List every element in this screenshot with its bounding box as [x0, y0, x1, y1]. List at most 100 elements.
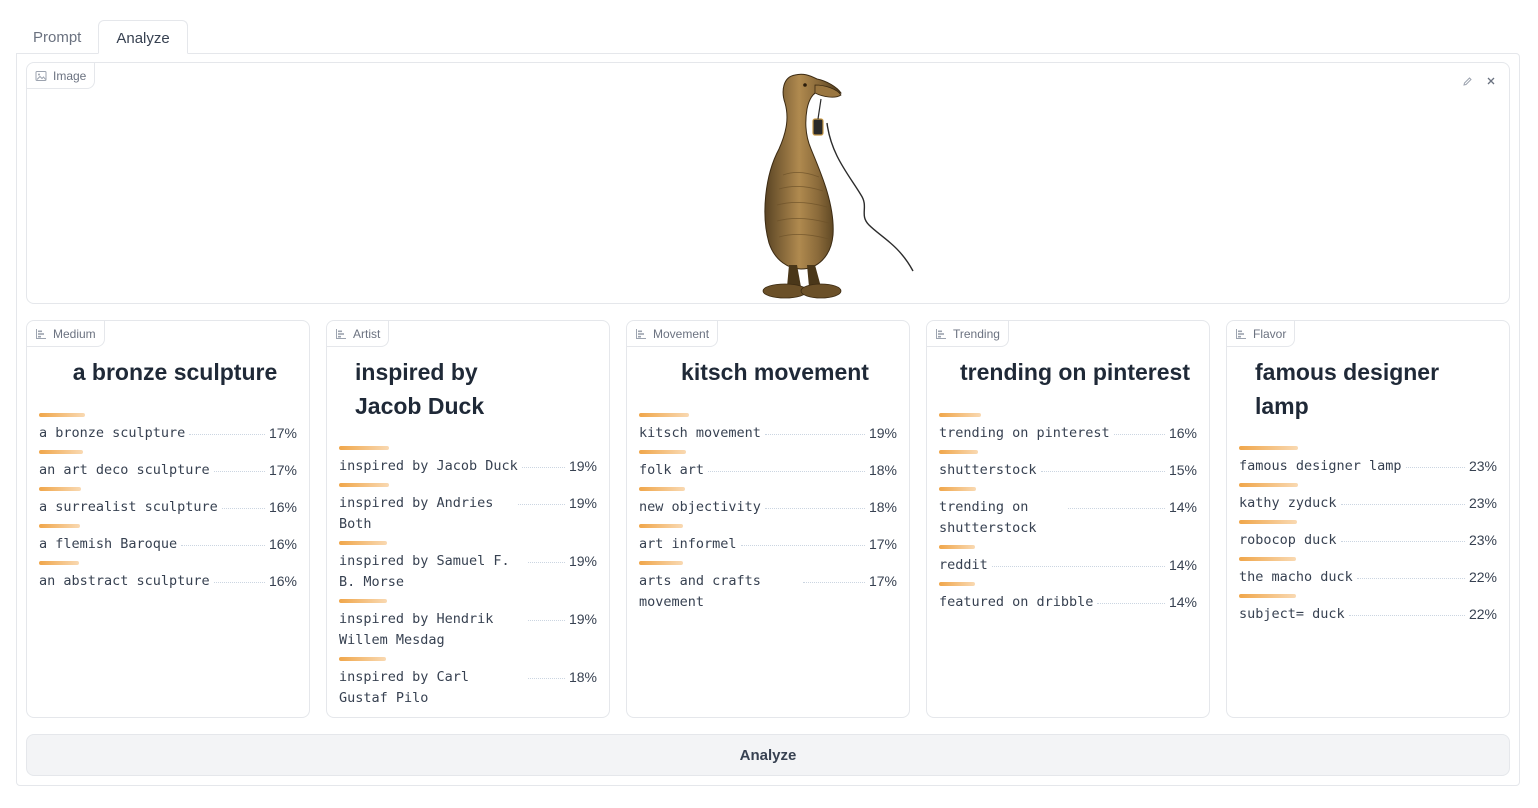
dotted-leader: [528, 551, 565, 563]
row-percent: 17%: [868, 536, 897, 552]
score-bar: [1239, 483, 1298, 487]
dotted-leader: [740, 534, 865, 546]
image-upload-area[interactable]: Image: [26, 62, 1510, 304]
image-label-text: Image: [53, 68, 87, 83]
row-label: kitsch movement: [639, 425, 761, 441]
list-item: a flemish Baroque 16%: [39, 524, 297, 555]
score-bar: [39, 487, 81, 491]
score-bar: [639, 487, 685, 491]
list-item: the macho duck 22%: [1239, 557, 1497, 588]
score-bar: [339, 446, 389, 450]
row-label: reddit: [939, 557, 988, 573]
row-label: a surrealist sculpture: [39, 499, 218, 515]
row-percent: 23%: [1468, 495, 1497, 511]
row-label: robocop duck: [1239, 532, 1337, 548]
score-bar: [39, 561, 79, 565]
row-percent: 19%: [568, 495, 597, 511]
score-bar: [339, 541, 387, 545]
bar-chart-icon: [936, 328, 946, 339]
dotted-leader: [1113, 423, 1165, 435]
list-item: inspired by Carl Gustaf Pilo 18%: [339, 657, 597, 709]
dotted-leader: [1340, 530, 1465, 542]
card-label: Trending: [927, 321, 1009, 347]
card-label: Movement: [627, 321, 719, 347]
dotted-leader: [803, 571, 865, 583]
image-tools: [1457, 71, 1501, 91]
dotted-leader: [528, 609, 565, 621]
card-trending: Trending trending on pinterest trending …: [926, 320, 1210, 718]
dotted-leader: [181, 534, 265, 546]
tab-analyze[interactable]: Analyze: [98, 20, 188, 54]
score-bar: [39, 413, 85, 417]
card-label-text: Movement: [653, 326, 710, 341]
score-bar: [39, 524, 80, 528]
score-bar: [339, 483, 389, 487]
analyze-button[interactable]: Analyze: [26, 734, 1510, 776]
list-item: kathy zyduck 23%: [1239, 483, 1497, 514]
score-bar: [1239, 594, 1296, 598]
row-label: trending on shutterstock: [939, 499, 1037, 536]
list-item: inspired by Samuel F. B. Morse 19%: [339, 541, 597, 593]
dotted-leader: [213, 460, 265, 472]
card-title: kitsch movement: [681, 359, 869, 385]
row-percent: 18%: [868, 462, 897, 478]
bar-chart-icon: [336, 328, 346, 339]
rows-trending: trending on pinterest 16% shutterstock 15%…: [939, 413, 1197, 613]
row-percent: 19%: [868, 425, 897, 441]
row-percent: 17%: [868, 573, 897, 589]
row-percent: 23%: [1468, 532, 1497, 548]
row-label: inspired by Hendrik Willem Mesdag: [339, 611, 494, 648]
list-item: subject= duck 22%: [1239, 594, 1497, 625]
card-title: trending on pinterest: [960, 359, 1190, 385]
dotted-leader: [528, 667, 565, 679]
score-bar: [639, 413, 689, 417]
close-icon[interactable]: [1481, 71, 1501, 91]
list-item: inspired by Hendrik Willem Mesdag 19%: [339, 599, 597, 651]
row-percent: 16%: [1168, 425, 1197, 441]
row-label: trending on pinterest: [939, 425, 1110, 441]
score-bar: [939, 487, 976, 491]
row-label: arts and crafts movement: [639, 573, 761, 610]
list-item: a surrealist sculpture 16%: [39, 487, 297, 518]
row-label: featured on dribble: [939, 594, 1094, 610]
row-percent: 14%: [1168, 557, 1197, 573]
dotted-leader: [1068, 497, 1165, 509]
list-item: famous designer lamp 23%: [1239, 446, 1497, 477]
card-flavor: Flavor famous designer lamp famous desig…: [1226, 320, 1510, 718]
score-bar: [939, 450, 978, 454]
row-label: inspired by Jacob Duck: [339, 458, 518, 474]
card-label: Medium: [27, 321, 105, 347]
bar-chart-icon: [1236, 328, 1246, 339]
row-label: inspired by Samuel F. B. Morse: [339, 553, 510, 590]
row-label: subject= duck: [1239, 606, 1345, 622]
list-item: robocop duck 23%: [1239, 520, 1497, 551]
card-label: Flavor: [1227, 321, 1296, 347]
dotted-leader: [518, 493, 565, 505]
row-percent: 16%: [268, 536, 297, 552]
dotted-leader: [1348, 604, 1465, 616]
dotted-leader: [764, 497, 865, 509]
duck-lamp-image: [762, 73, 914, 299]
tab-prompt[interactable]: Prompt: [16, 20, 98, 54]
score-bar: [339, 599, 387, 603]
score-bar: [639, 450, 686, 454]
dotted-leader: [1356, 567, 1465, 579]
row-label: famous designer lamp: [1239, 458, 1402, 474]
row-label: the macho duck: [1239, 569, 1353, 585]
score-bar: [1239, 557, 1296, 561]
pencil-icon[interactable]: [1457, 71, 1477, 91]
bar-chart-icon: [636, 328, 646, 339]
row-percent: 15%: [1168, 462, 1197, 478]
row-label: a bronze sculpture: [39, 425, 186, 441]
dotted-leader: [221, 497, 265, 509]
dotted-leader: [1405, 456, 1465, 468]
card-medium: Medium a bronze sculpture a bronze sculp…: [26, 320, 310, 718]
row-label: inspired by Andries Both: [339, 495, 494, 532]
card-title: a bronze sculpture: [72, 359, 278, 385]
dotted-leader: [764, 423, 865, 435]
list-item: kitsch movement 19%: [639, 413, 897, 444]
row-percent: 17%: [268, 425, 297, 441]
score-bar: [939, 582, 975, 586]
dotted-leader: [1097, 592, 1165, 604]
row-percent: 17%: [268, 462, 297, 478]
